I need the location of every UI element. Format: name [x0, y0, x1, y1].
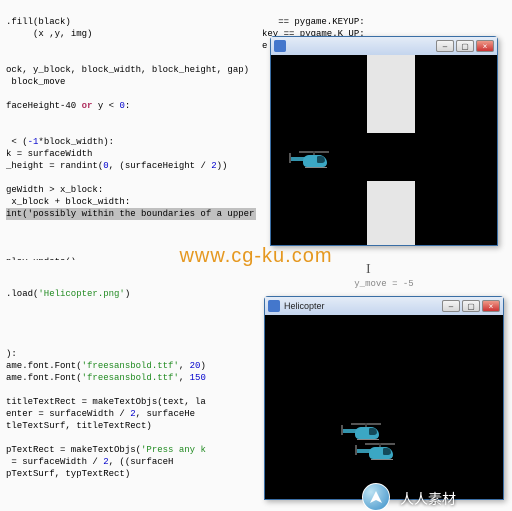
code-block: .fill(black) (x ,y, img) ock, y_block, b…	[0, 0, 256, 296]
pygame-icon	[274, 40, 286, 52]
code-line: block_move	[6, 77, 65, 87]
code-panel-bottom-left: .load('Helicopter.png') ): ame.font.Font…	[0, 260, 256, 511]
pygame-icon	[268, 300, 280, 312]
titlebar[interactable]: Helicopter – ▢ ×	[265, 297, 503, 315]
text-cursor-icon: I	[366, 262, 371, 278]
code-line: (x ,y, img)	[33, 29, 92, 39]
game-surface[interactable]	[265, 315, 503, 499]
minimize-button[interactable]: –	[442, 300, 460, 312]
maximize-button[interactable]: ▢	[456, 40, 474, 52]
code-block: y_move = -5	[256, 260, 512, 292]
code-line: .fill(black)	[6, 17, 71, 27]
pygame-window-1[interactable]: – ▢ ×	[270, 36, 498, 246]
close-button[interactable]: ×	[482, 300, 500, 312]
highlighted-line: int('possibly within the boundaries of a…	[6, 208, 265, 220]
obstacle-top	[367, 55, 415, 133]
window-title: Helicopter	[284, 301, 325, 311]
helicopter-sprite	[289, 149, 333, 169]
code-line: ock, y_block, block_width, block_height,…	[6, 65, 249, 75]
game-surface[interactable]	[271, 55, 497, 245]
panel-bottom-right: y_move = -5 Helicopter – ▢ ×	[256, 260, 512, 511]
obstacle-bottom	[367, 181, 415, 245]
helicopter-sprite	[355, 441, 399, 461]
pygame-window-2[interactable]: Helicopter – ▢ ×	[264, 296, 504, 500]
code-panel-top-left: .fill(black) (x ,y, img) ock, y_block, b…	[0, 0, 256, 260]
code-block: .load('Helicopter.png') ): ame.font.Font…	[0, 260, 256, 496]
helicopter-sprite	[341, 421, 385, 441]
maximize-button[interactable]: ▢	[462, 300, 480, 312]
minimize-button[interactable]: –	[436, 40, 454, 52]
code-block: == pygame.KEYUP: key == pygame.K_UP: e =…	[256, 0, 512, 36]
code-line: faceHeight-40	[6, 101, 82, 111]
titlebar[interactable]: – ▢ ×	[271, 37, 497, 55]
close-button[interactable]: ×	[476, 40, 494, 52]
panel-top-right: == pygame.KEYUP: key == pygame.K_UP: e =…	[256, 0, 512, 260]
keyword-or: or	[82, 101, 93, 111]
